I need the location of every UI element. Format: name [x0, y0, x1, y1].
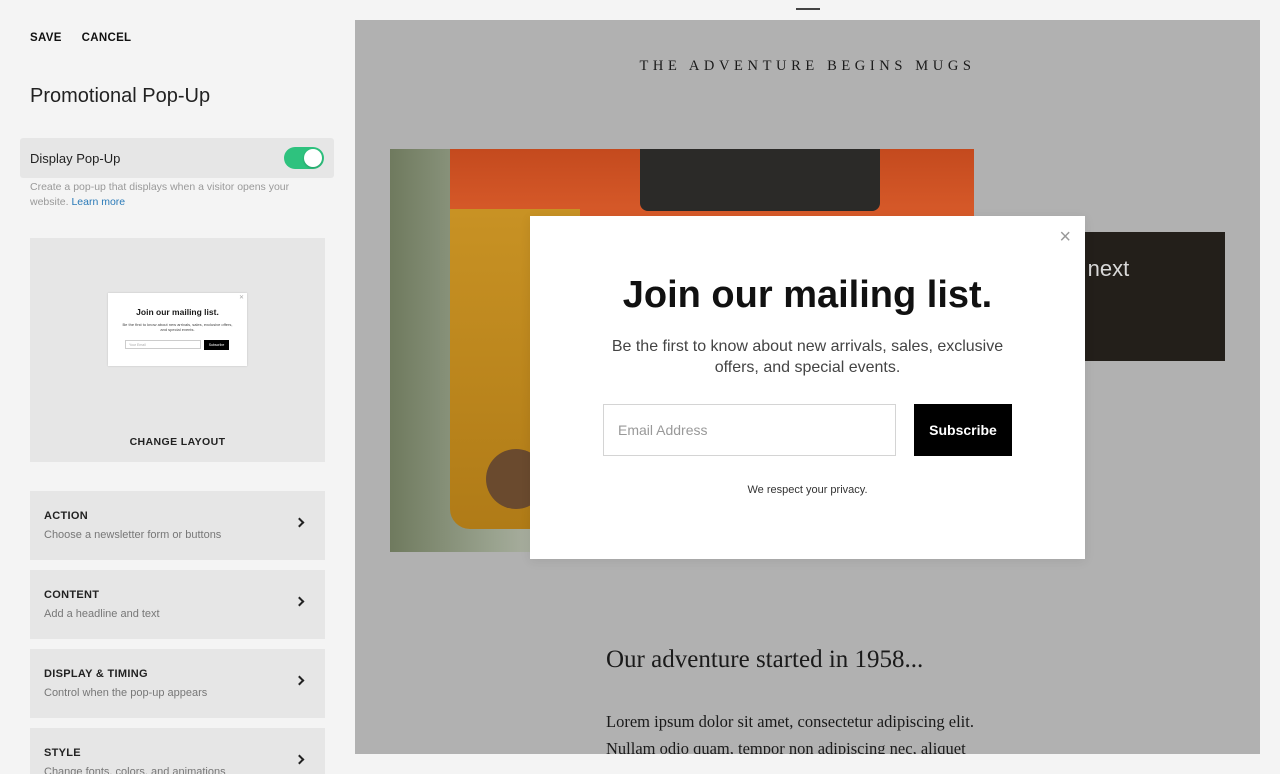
privacy-note: We respect your privacy. [747, 484, 868, 496]
story-body: Lorem ipsum dolor sit amet, consectetur … [606, 712, 974, 754]
menu-item-style[interactable]: STYLE Change fonts, colors, and animatio… [30, 728, 325, 774]
thumb-headline: Join our mailing list. [136, 307, 219, 317]
hero-backpack [640, 149, 880, 211]
layout-thumbnail[interactable]: ✕ Join our mailing list. Be the first to… [108, 293, 247, 366]
help-text: Create a pop-up that displays when a vis… [30, 181, 290, 208]
display-popup-label: Display Pop-Up [30, 150, 121, 166]
close-icon[interactable]: × [1059, 226, 1071, 248]
panel-title: Promotional Pop-Up [30, 85, 211, 107]
learn-more-link[interactable]: Learn more [71, 196, 125, 208]
save-button[interactable]: SAVE [30, 32, 62, 44]
topbar: SAVE CANCEL [30, 32, 131, 44]
menu-item-subtitle: Add a headline and text [44, 608, 160, 620]
layout-preview-box[interactable]: ✕ Join our mailing list. Be the first to… [30, 238, 325, 462]
menu-item-title: STYLE [44, 747, 81, 759]
menu-item-subtitle: Control when the pop-up appears [44, 687, 208, 699]
promo-popup: × Join our mailing list. Be the first to… [530, 216, 1085, 559]
menu-item-content[interactable]: CONTENT Add a headline and text [30, 570, 325, 639]
email-field[interactable] [603, 404, 896, 456]
menu-item-title: ACTION [44, 510, 88, 522]
help-text-block: Create a pop-up that displays when a vis… [30, 180, 320, 209]
menu-item-title: CONTENT [44, 589, 100, 601]
display-popup-toggle[interactable] [284, 147, 324, 169]
drag-handle[interactable] [796, 8, 820, 10]
chevron-right-icon [294, 596, 305, 607]
menu-item-action[interactable]: ACTION Choose a newsletter form or butto… [30, 491, 325, 560]
popup-headline: Join our mailing list. [622, 274, 993, 316]
cancel-button[interactable]: CANCEL [82, 32, 132, 44]
menu-item-display-timing[interactable]: DISPLAY & TIMING Control when the pop-up… [30, 649, 325, 718]
chevron-right-icon [294, 675, 305, 686]
settings-panel: SAVE CANCEL Promotional Pop-Up Display P… [0, 0, 345, 774]
site-title[interactable]: THE ADVENTURE BEGINS MUGS [355, 58, 1260, 75]
toggle-knob [304, 149, 322, 167]
subscribe-button[interactable]: Subscribe [914, 404, 1012, 456]
chevron-right-icon [294, 754, 305, 765]
thumb-subscribe-button: Subscribe [204, 340, 229, 350]
chevron-right-icon [294, 517, 305, 528]
menu-item-subtitle: Choose a newsletter form or buttons [44, 529, 222, 541]
display-popup-row: Display Pop-Up [20, 138, 334, 178]
change-layout-button[interactable]: CHANGE LAYOUT [30, 436, 325, 448]
menu-item-subtitle: Change fonts, colors, and animations [44, 766, 226, 774]
story-heading: Our adventure started in 1958... [606, 646, 924, 673]
thumb-close-icon: ✕ [238, 295, 244, 301]
thumb-email-field: Your Email [125, 340, 201, 349]
menu-item-title: DISPLAY & TIMING [44, 668, 148, 680]
promo-card: ur next [1074, 232, 1225, 361]
thumb-body: Be the first to know about new arrivals,… [122, 322, 233, 332]
popup-body: Be the first to know about new arrivals,… [611, 338, 1004, 376]
